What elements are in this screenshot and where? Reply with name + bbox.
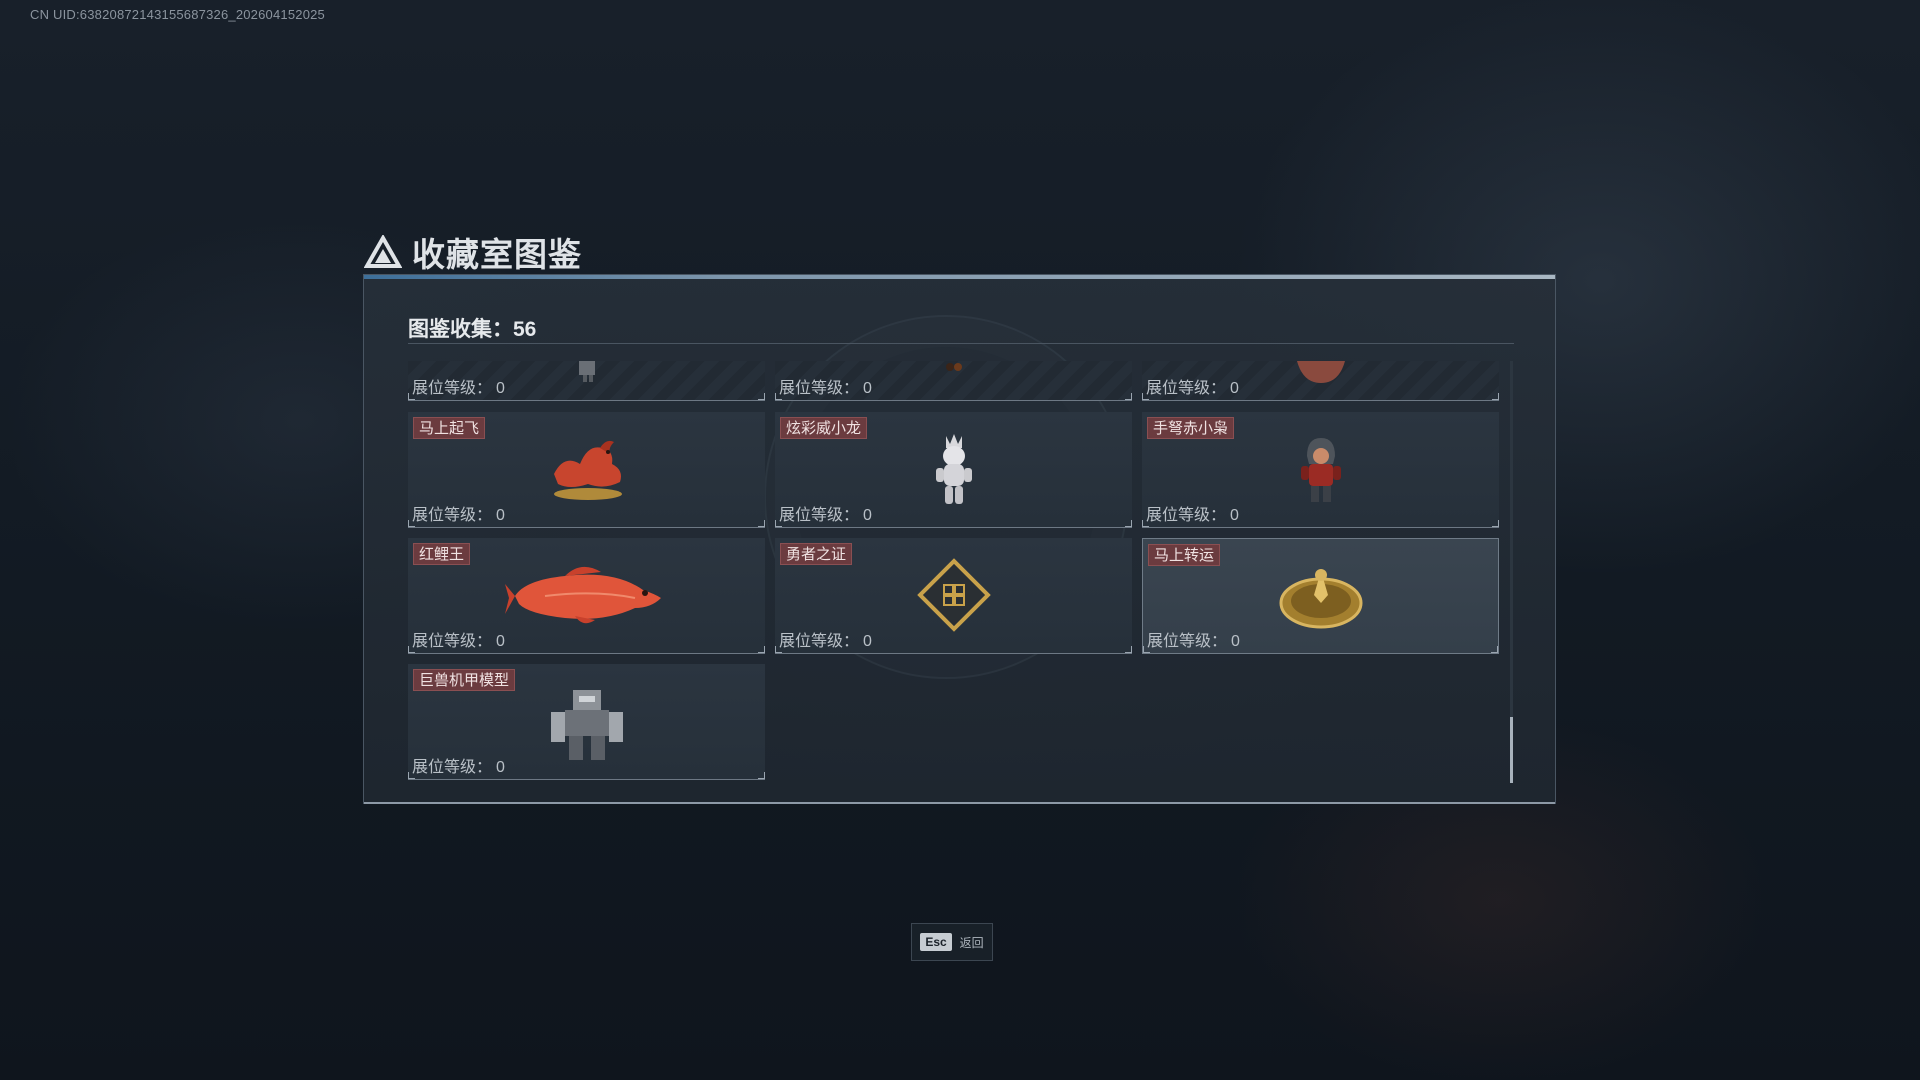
item-name-tag: 马上起飞	[413, 417, 486, 439]
booth-level-value: 0	[863, 507, 872, 524]
item-name-tag: 炫彩威小龙	[780, 417, 868, 439]
booth-level: 展位等级： 0	[412, 753, 505, 777]
red-carp-icon	[504, 566, 661, 624]
collection-card-selected[interactable]: 马上转运 展位等级： 0	[1142, 538, 1499, 654]
item-name-tag: 勇者之证	[780, 543, 853, 565]
booth-level-value: 0	[1231, 633, 1240, 650]
booth-level-label: 展位等级：	[412, 757, 493, 776]
booth-level-label: 展位等级：	[779, 631, 860, 650]
partial-ornament-icon	[945, 363, 962, 371]
booth-level: 展位等级： 0	[1146, 374, 1239, 398]
white-dragon-figure-icon	[935, 434, 972, 504]
booth-level-value: 0	[863, 633, 872, 650]
red-horse-statue-icon	[553, 440, 622, 500]
booth-level: 展位等级： 0	[412, 627, 505, 651]
booth-level: 展位等级： 0	[779, 501, 872, 525]
collection-count-label: 图鉴收集：	[408, 317, 513, 341]
collection-card[interactable]: 手弩赤小枭 展位等级： 0	[1142, 412, 1499, 528]
booth-level-value: 0	[1230, 380, 1239, 397]
golden-badge-icon	[916, 558, 991, 632]
golden-compass-icon	[1279, 569, 1362, 629]
partial-figure-icon	[578, 361, 595, 382]
booth-level-value: 0	[863, 380, 872, 397]
booth-level-label: 展位等级：	[1146, 378, 1227, 397]
back-button[interactable]: Esc 返回	[911, 923, 993, 961]
header-divider	[408, 343, 1514, 344]
booth-level-label: 展位等级：	[412, 378, 493, 397]
collection-card[interactable]: 展位等级： 0	[1142, 361, 1499, 401]
collection-card[interactable]: 马上起飞 展位等级： 0	[408, 412, 765, 528]
booth-level-label: 展位等级：	[412, 505, 493, 524]
item-name-tag: 手弩赤小枭	[1147, 417, 1235, 439]
esc-key-icon: Esc	[920, 933, 952, 951]
booth-level: 展位等级： 0	[779, 627, 872, 651]
collection-panel: 图鉴收集：56 展位等级： 0 展位等级： 0 展位等级： 0 马上起飞 展位等级： 0…	[363, 274, 1556, 804]
mech-model-icon	[550, 690, 623, 760]
panel-accent-line	[364, 275, 1555, 279]
item-name-tag: 马上转运	[1148, 544, 1221, 566]
booth-level: 展位等级： 0	[412, 374, 505, 398]
booth-level-value: 0	[496, 633, 505, 650]
booth-level-label: 展位等级：	[1147, 631, 1228, 650]
panel-bottom-line	[364, 802, 1555, 804]
collection-card[interactable]: 展位等级： 0	[408, 361, 765, 401]
booth-level-value: 0	[1230, 507, 1239, 524]
uid-text: CN UID:638208721431556873​26_20260415202…	[30, 7, 325, 22]
booth-level: 展位等级： 0	[1146, 501, 1239, 525]
collection-card[interactable]: 巨兽机甲模型 展位等级： 0	[408, 664, 765, 780]
booth-level-label: 展位等级：	[412, 631, 493, 650]
booth-level-label: 展位等级：	[779, 505, 860, 524]
scrollbar[interactable]	[1510, 361, 1513, 783]
booth-level-label: 展位等级：	[779, 378, 860, 397]
scrollbar-thumb[interactable]	[1510, 717, 1513, 783]
booth-level-value: 0	[496, 507, 505, 524]
booth-level: 展位等级： 0	[412, 501, 505, 525]
collection-card[interactable]: 红鲤王 展位等级： 0	[408, 538, 765, 654]
back-label: 返回	[959, 935, 984, 950]
page-title: 收藏室图鉴	[412, 235, 582, 274]
booth-level: 展位等级： 0	[1147, 627, 1240, 651]
booth-level-value: 0	[496, 759, 505, 776]
collection-card[interactable]: 炫彩威小龙 展位等级： 0	[775, 412, 1132, 528]
partial-vase-icon	[1296, 361, 1345, 383]
collection-count: 图鉴收集：56	[408, 313, 536, 343]
collection-card[interactable]: 勇者之证 展位等级： 0	[775, 538, 1132, 654]
booth-level-label: 展位等级：	[1146, 505, 1227, 524]
item-name-tag: 红鲤王	[413, 543, 471, 565]
triangle-logo-icon	[364, 235, 402, 268]
item-name-tag: 巨兽机甲模型	[413, 669, 516, 691]
panel-title: 收藏室图鉴	[364, 228, 582, 276]
booth-level-value: 0	[496, 380, 505, 397]
hooded-figure-icon	[1300, 438, 1341, 502]
booth-level: 展位等级： 0	[779, 374, 872, 398]
collection-card[interactable]: 展位等级： 0	[775, 361, 1132, 401]
collection-count-value: 56	[513, 318, 537, 341]
